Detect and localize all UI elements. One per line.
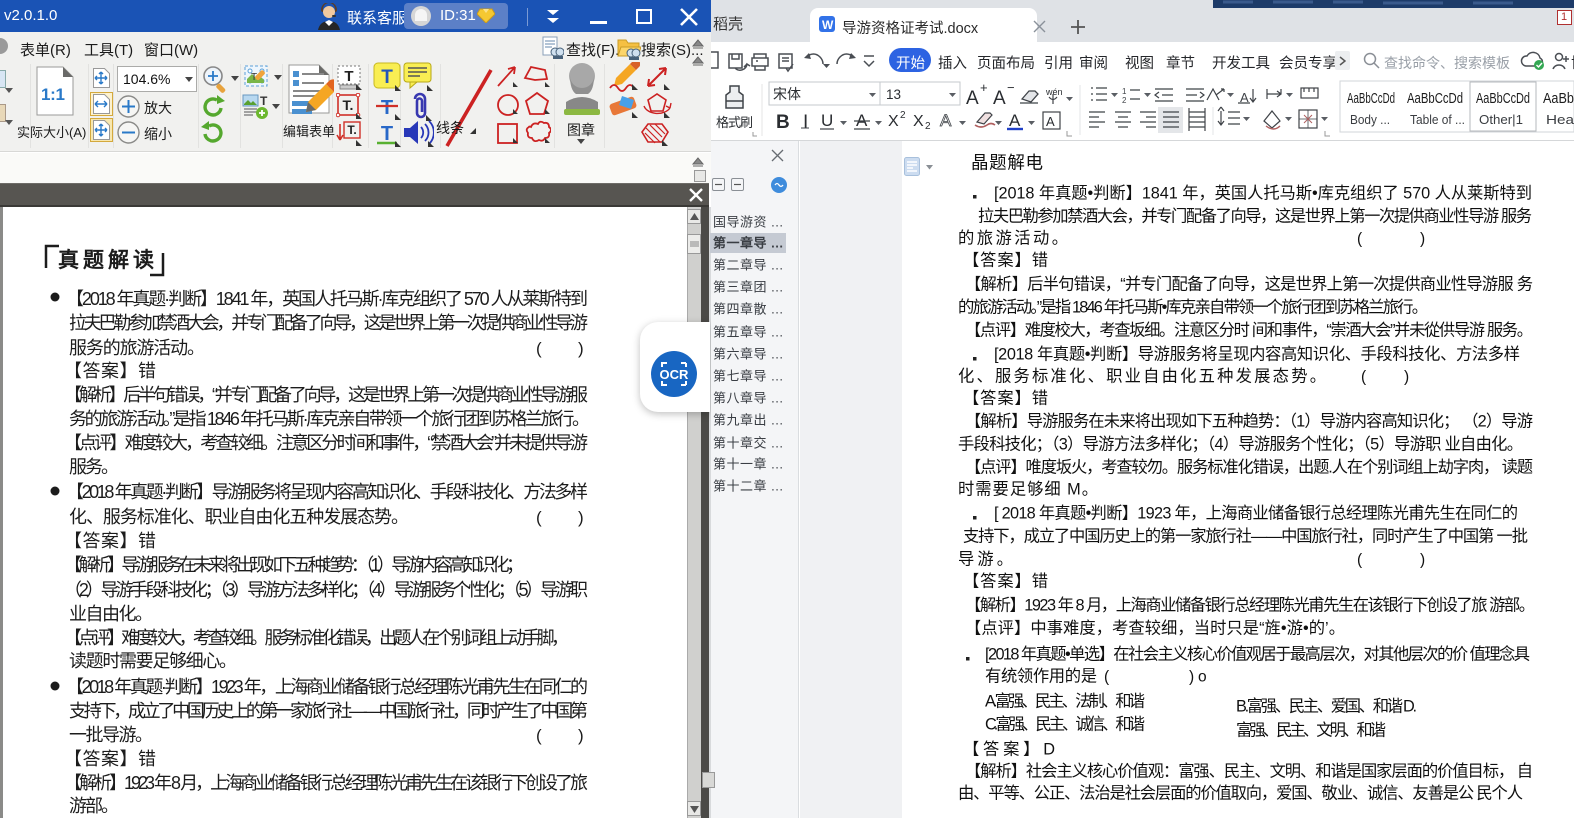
svg-text:(: ( [1361,369,1367,386]
svg-text:): ) [1189,669,1194,686]
svg-text:支持下，成立了中国历史上的第一家旅行社——中国旅行社，同时产: 支持下，成立了中国历史上的第一家旅行社——中国旅行社，同时产生了中国第 一批 [963,528,1528,546]
svg-text:【答案】错: 【答案】错 [963,390,1048,408]
svg-text:[ 2018 年真题•判断】1923 年，上海商业储备银行总: [ 2018 年真题•判断】1923 年，上海商业储备银行总经理陈光甫先生在同仁… [994,505,1518,523]
svg-text:第十一章 ...: 第十一章 ... [713,457,783,472]
svg-text:有统领作用的是: 有统领作用的是 [985,668,1097,686]
svg-text:【解析】1923 年 8 月，上海商业储备银行总经理陈光甫先: 【解析】1923 年 8 月，上海商业储备银行总经理陈光甫先生在该银行下创设了旅… [965,597,1535,615]
svg-text:第五章导 ...: 第五章导 ... [713,325,783,340]
svg-text:第七章导 ...: 第七章导 ... [713,369,783,384]
svg-text:【解析】导游服务在未来将出现如下五种趋势：（1）导游内容高知: 【解析】导游服务在未来将出现如下五种趋势：（1）导游内容高知识化； （2）导游 [965,413,1533,431]
svg-text:[2018 年真题•单选】在社会主义核心价值观居于最高层次，: [2018 年真题•单选】在社会主义核心价值观居于最高层次，对其他层次的价 值理… [985,645,1530,664]
svg-text:(: ( [1357,552,1363,569]
svg-text:【答案】错: 【答案】错 [963,573,1048,591]
svg-text:C.富强、民主、诚信、和谐: C.富强、民主、诚信、和谐 [985,716,1145,734]
svg-text:手段科技化；（3）导游方法多样化；（4）导游服务个性化；（5: 手段科技化；（3）导游方法多样化；（4）导游服务个性化；（5）导游职 业自由化。 [958,436,1523,454]
svg-text:第一章导 ...: 第一章导 ... [713,236,783,251]
svg-text:o: o [1198,669,1207,686]
svg-text:【点评】中事难度，考查较细，当时只是“旌•游•的’。: 【点评】中事难度，考查较细，当时只是“旌•游•的’。 [965,620,1345,638]
svg-text:[2018 年真题•判断】1841 年，英国人托马斯•库克组: [2018 年真题•判断】1841 年，英国人托马斯•库克组织了 570 人从莱… [994,185,1532,203]
svg-text:的旅游活动。”是指 1846 年托马斯•库克亲自带领一个旅行: 的旅游活动。”是指 1846 年托马斯•库克亲自带领一个旅行团到苏格兰旅行。 [958,299,1428,317]
svg-text:【解析】社会主义核心价值观：富强、民主、文明、和谐是国家层面: 【解析】社会主义核心价值观：富强、民主、文明、和谐是国家层面的价值目标， 自 [965,763,1533,781]
svg-text:): ) [1420,552,1425,569]
svg-text:): ) [1420,231,1425,248]
svg-text:导游。: 导游。 [958,551,1013,569]
svg-text:B.富强、民主、爱国、和谐 D.: B.富强、民主、爱国、和谐 D. [1236,698,1417,716]
svg-text:晶题解电: 晶题解电 [971,153,1043,173]
svg-text:【答案】D: 【答案】D [963,741,1055,759]
svg-text:第十章交 ...: 第十章交 ... [713,436,783,451]
svg-text:拉夫巴勒参加禁酒大会，并专门配备了向导，这是世界上第一次提供: 拉夫巴勒参加禁酒大会，并专门配备了向导，这是世界上第一次提供商业性导游 服务 [978,208,1532,226]
svg-text:的旅游活动。: 的旅游活动。 [958,230,1068,248]
svg-text:【解析】后半句错误，“并专门配备了向导，这是世界上第一次提供: 【解析】后半句错误，“并专门配备了向导，这是世界上第一次提供商业性导游服 务 [965,276,1533,294]
svg-text:时需要足够细 M。: 时需要足够细 M。 [958,481,1098,499]
svg-text:国导游资 ...: 国导游资 ... [713,215,783,230]
svg-text:富强、民主、文明、和谐: 富强、民主、文明、和谐 [1236,722,1386,740]
svg-text:第六章导 ...: 第六章导 ... [713,347,783,362]
svg-text:由、平等、公正、法治是社会层面的价值取向，爱国、敬业、诚信、: 由、平等、公正、法治是社会层面的价值取向，爱国、敬业、诚信、友善是公 民个人 [958,785,1523,803]
svg-text:第十二章 ...: 第十二章 ... [713,479,783,494]
svg-text:[2018 年真题•判断】导游服务将呈现内容高知识化、手段科: [2018 年真题•判断】导游服务将呈现内容高知识化、手段科技化、方法多样 [994,346,1520,364]
svg-text:): ) [1404,369,1409,386]
svg-text:【点评】难度校大，考查坂细。注意区分时 间和事件，“崇酒大会: 【点评】难度校大，考查坂细。注意区分时 间和事件，“崇酒大会”并未從供导游 服务… [965,321,1533,340]
svg-text:第三章团 ...: 第三章团 ... [713,280,783,295]
svg-text:(: ( [1357,231,1363,248]
svg-text:第九章出 ...: 第九章出 ... [713,413,783,428]
svg-text:第二章导 ...: 第二章导 ... [713,258,783,273]
svg-text:【点评】唯度坂火，考查较勿。服务标准化错误，出题.人在个别词: 【点评】唯度坂火，考查较勿。服务标准化错误，出题.人在个别词组上劫字肉， 读题 [965,459,1533,477]
svg-text:化、服务标准化、职业自由化五种发展态势。: 化、服务标准化、职业自由化五种发展态势。 [958,368,1326,386]
svg-text:第四章散 ...: 第四章散 ... [713,302,783,317]
svg-text:(: ( [1104,669,1110,686]
svg-text:【答案】错: 【答案】错 [963,252,1048,270]
svg-text:第八章导 ...: 第八章导 ... [713,391,783,406]
svg-text:A.富强、民主、法制、和谐: A.富强、民主、法制、和谐 [985,693,1145,711]
